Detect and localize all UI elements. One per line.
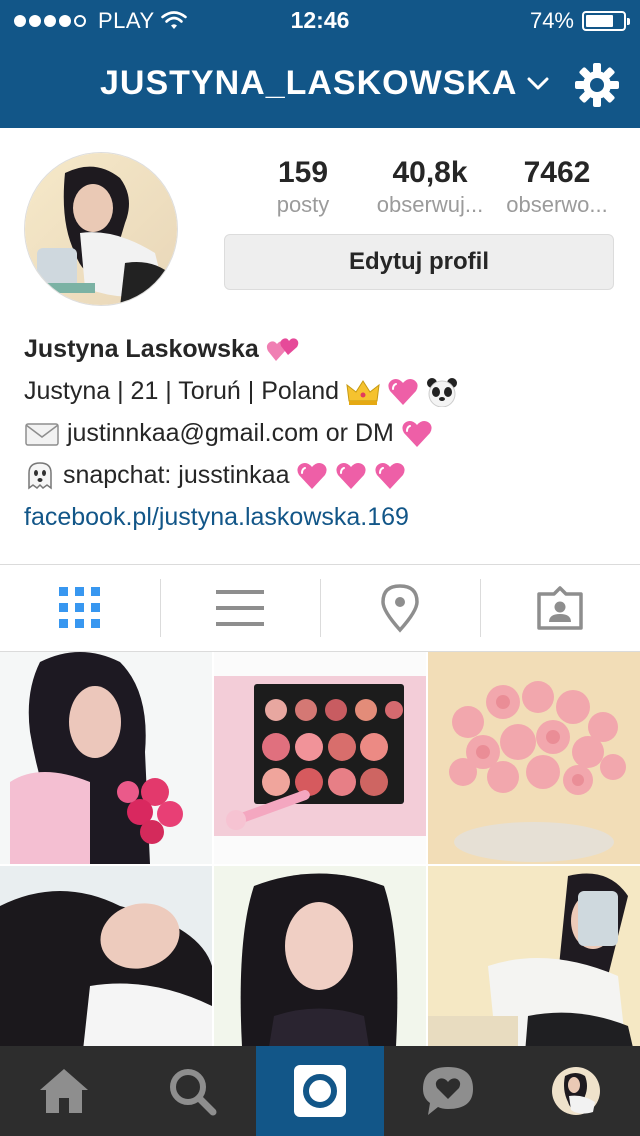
profile-stats: 159 posty 40,8k obserwuj... 7462 obserwo… [240, 156, 620, 218]
stat-label: obserwuj... [376, 192, 484, 217]
stat-following[interactable]: 7462 obserwo... [494, 156, 620, 218]
photo-thumbnail[interactable] [428, 866, 640, 1048]
camera-icon [294, 1065, 346, 1117]
profile-username: JUSTYNA_LASKOWSKA [100, 64, 518, 102]
tab-list[interactable] [160, 565, 320, 651]
avatar[interactable] [24, 152, 178, 306]
pink-heart-icon [402, 421, 432, 448]
stat-value: 40,8k [392, 156, 468, 189]
pink-heart-icon [388, 379, 418, 406]
panda-icon [426, 378, 457, 408]
stat-label: posty [276, 192, 330, 217]
photo-grid [0, 652, 640, 1048]
tab-camera[interactable] [256, 1046, 384, 1136]
chevron-down-icon [527, 77, 549, 89]
stat-value: 159 [277, 156, 329, 189]
home-icon [40, 1069, 88, 1113]
photo-thumbnail[interactable] [214, 866, 426, 1048]
bio-line-3: snapchat: jusstinkaa [62, 461, 290, 489]
location-pin-icon [381, 584, 419, 633]
grid-icon [59, 587, 100, 628]
battery-status: 74% [529, 8, 630, 34]
list-icon [216, 590, 264, 626]
photo-thumbnail[interactable] [428, 652, 640, 864]
tagged-person-icon [537, 586, 583, 630]
battery-icon [582, 11, 630, 31]
profile-view-tabs [0, 564, 640, 652]
activity-heart-icon [423, 1067, 473, 1115]
stat-posts[interactable]: 159 posty [240, 156, 366, 218]
hearts-icon [266, 338, 299, 362]
photo-thumbnail[interactable] [0, 866, 212, 1048]
bottom-tab-bar [0, 1046, 640, 1136]
battery-percent: 74% [529, 8, 574, 33]
envelope-icon [25, 423, 59, 447]
stat-value: 7462 [523, 156, 591, 189]
pink-heart-icon [297, 463, 328, 490]
profile-avatar-icon [552, 1067, 600, 1115]
profile-bio: Justyna Laskowska Justyna | 21 | Toruń |… [24, 328, 624, 538]
ghost-icon [28, 462, 52, 490]
top-bar: PLAY 12:46 74% JUSTYNA_LASKOWSKA [0, 0, 640, 128]
tab-tagged[interactable] [480, 565, 640, 651]
search-icon [170, 1069, 217, 1116]
status-bar: PLAY 12:46 74% [0, 0, 640, 40]
photo-thumbnail[interactable] [214, 652, 426, 864]
tab-profile[interactable] [512, 1046, 640, 1136]
tab-activity[interactable] [384, 1046, 512, 1136]
profile-website-link[interactable]: facebook.pl/justyna.laskowska.169 [24, 503, 409, 531]
crown-icon [346, 380, 380, 406]
gear-icon[interactable] [574, 62, 620, 108]
bio-line-1: Justyna | 21 | Toruń | Poland [24, 377, 340, 405]
tab-grid[interactable] [0, 565, 160, 651]
tab-home[interactable] [0, 1046, 128, 1136]
bio-line-2: justinnkaa@gmail.com or DM [66, 419, 394, 447]
edit-profile-button[interactable]: Edytuj profil [224, 234, 614, 290]
pink-heart-icon [336, 463, 366, 490]
stat-label: obserwo... [506, 192, 608, 217]
stat-followers[interactable]: 40,8k obserwuj... [367, 156, 493, 218]
photo-thumbnail[interactable] [0, 652, 212, 864]
tab-search[interactable] [128, 1046, 256, 1136]
full-name: Justyna Laskowska [24, 335, 259, 363]
pink-heart-icon [375, 463, 405, 490]
account-switcher[interactable]: JUSTYNA_LASKOWSKA [100, 64, 549, 103]
profile-section: 159 posty 40,8k obserwuj... 7462 obserwo… [0, 128, 640, 564]
tab-location[interactable] [320, 565, 480, 651]
